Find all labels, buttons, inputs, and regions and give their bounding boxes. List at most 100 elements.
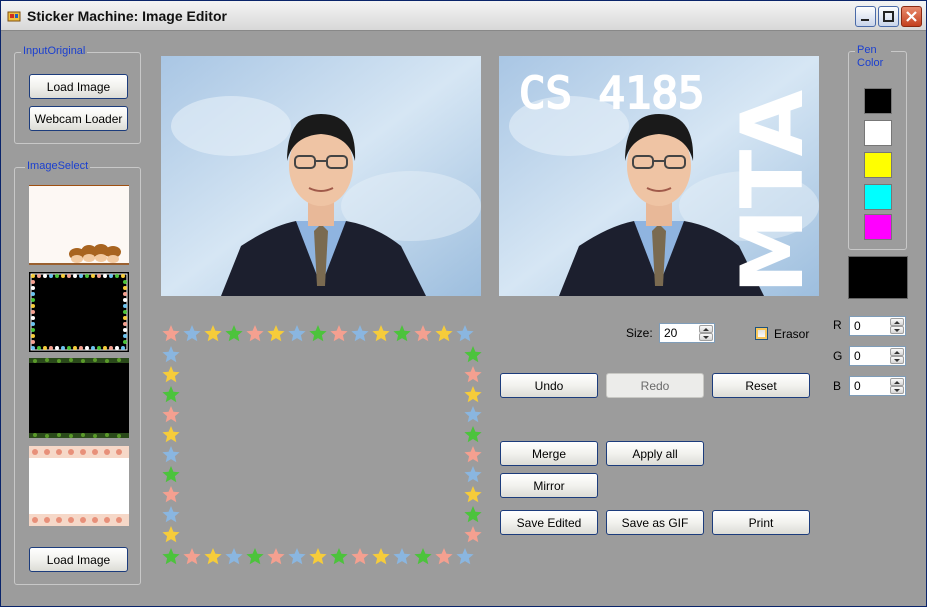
frame-dot [55,346,59,350]
frame-star [414,548,432,565]
frame-star [162,526,180,543]
frame-dot [31,304,35,308]
edited-photo-image: CS 4185 MTA [499,56,819,296]
frame-dot [109,274,113,278]
frame-dot [31,316,35,320]
frame-thumbnail-4[interactable] [29,446,129,526]
spin-up-icon[interactable] [699,325,713,333]
frame-star [464,426,482,443]
window-title: Sticker Machine: Image Editor [27,8,227,24]
frame-dot [31,310,35,314]
frame-dot [37,274,41,278]
reset-button[interactable]: Reset [712,373,810,398]
frame-dot [115,274,119,278]
frame-star [464,466,482,483]
frame-dot [91,346,95,350]
b-input[interactable]: 0 [849,376,906,396]
app-window: Sticker Machine: Image Editor InputOrigi… [0,0,927,607]
swatch-white[interactable] [864,120,892,146]
frame-star [162,446,180,463]
swatch-yellow[interactable] [864,152,892,178]
frame-dot [73,274,77,278]
r-value: 0 [854,319,861,333]
frame-dot [123,286,127,290]
frame-dot [123,304,127,308]
frame-star [435,548,453,565]
g-spinner[interactable] [890,348,904,364]
r-input[interactable]: 0 [849,316,906,336]
app-icon [7,11,21,22]
frame-dot [91,274,95,278]
merge-button[interactable]: Merge [500,441,598,466]
frame-star [372,325,390,342]
webcam-loader-button[interactable]: Webcam Loader [29,106,128,131]
minimize-icon [861,19,869,21]
frame-star [183,325,201,342]
undo-button[interactable]: Undo [500,373,598,398]
swatch-magenta[interactable] [864,214,892,240]
original-photo [161,56,481,296]
size-spinner[interactable] [699,325,713,341]
maximize-button[interactable] [878,6,899,27]
erasor-label: Erasor [774,327,810,341]
redo-button[interactable]: Redo [606,373,704,398]
frame-star [204,325,222,342]
save-as-gif-button[interactable]: Save as GIF [606,510,704,535]
close-icon [906,11,917,22]
frame-star [267,325,285,342]
frame-dot [123,292,127,296]
spin-down-icon[interactable] [890,326,904,334]
swatch-cyan[interactable] [864,184,892,210]
frame-dot [31,286,35,290]
frame-dot [97,274,101,278]
size-input[interactable]: 20 [659,323,715,343]
frame-thumbnail-2[interactable] [29,272,129,352]
b-value: 0 [854,379,861,393]
close-button[interactable] [901,6,922,27]
spin-down-icon[interactable] [890,356,904,364]
frame-dot [123,316,127,320]
spin-up-icon[interactable] [890,378,904,386]
watermark-top-text: CS 4185 [519,68,704,119]
frame-thumbnail-1[interactable] [29,185,129,265]
frame-dot [61,274,65,278]
size-value: 20 [664,326,678,340]
frame-star [309,548,327,565]
spin-down-icon[interactable] [890,386,904,394]
b-spinner[interactable] [890,378,904,394]
erasor-checkbox[interactable] [755,327,768,340]
frame-dot [67,274,71,278]
frame-dot [31,298,35,302]
frame-dot [31,334,35,338]
frame-star [464,446,482,463]
mirror-button[interactable]: Mirror [500,473,598,498]
apply-all-button[interactable]: Apply all [606,441,704,466]
load-image-button[interactable]: Load Image [29,74,128,99]
frame-dot [85,274,89,278]
maximize-icon [883,11,894,22]
client-area: InputOriginal Load Image Webcam Loader I… [2,32,925,606]
title-bar[interactable]: Sticker Machine: Image Editor [1,1,926,31]
sticker-frame-preview[interactable] [161,324,483,568]
frame-star [464,506,482,523]
frame-dot [31,328,35,332]
frame-dot [115,346,119,350]
spin-up-icon[interactable] [890,348,904,356]
spin-up-icon[interactable] [890,318,904,326]
r-spinner[interactable] [890,318,904,334]
frame-thumbnail-3[interactable] [29,358,129,438]
r-label: R [833,318,842,332]
frame-star [183,548,201,565]
save-edited-button[interactable]: Save Edited [500,510,598,535]
load-frame-image-button[interactable]: Load Image [29,547,128,572]
g-input[interactable]: 0 [849,346,906,366]
frame-dot [73,346,77,350]
edited-photo[interactable]: CS 4185 MTA [499,56,819,296]
minimize-button[interactable] [855,6,876,27]
frame-star [204,548,222,565]
print-button[interactable]: Print [712,510,810,535]
frame-dot [123,340,127,344]
spin-down-icon[interactable] [699,333,713,341]
frame-dot [79,346,83,350]
swatch-black[interactable] [864,88,892,114]
